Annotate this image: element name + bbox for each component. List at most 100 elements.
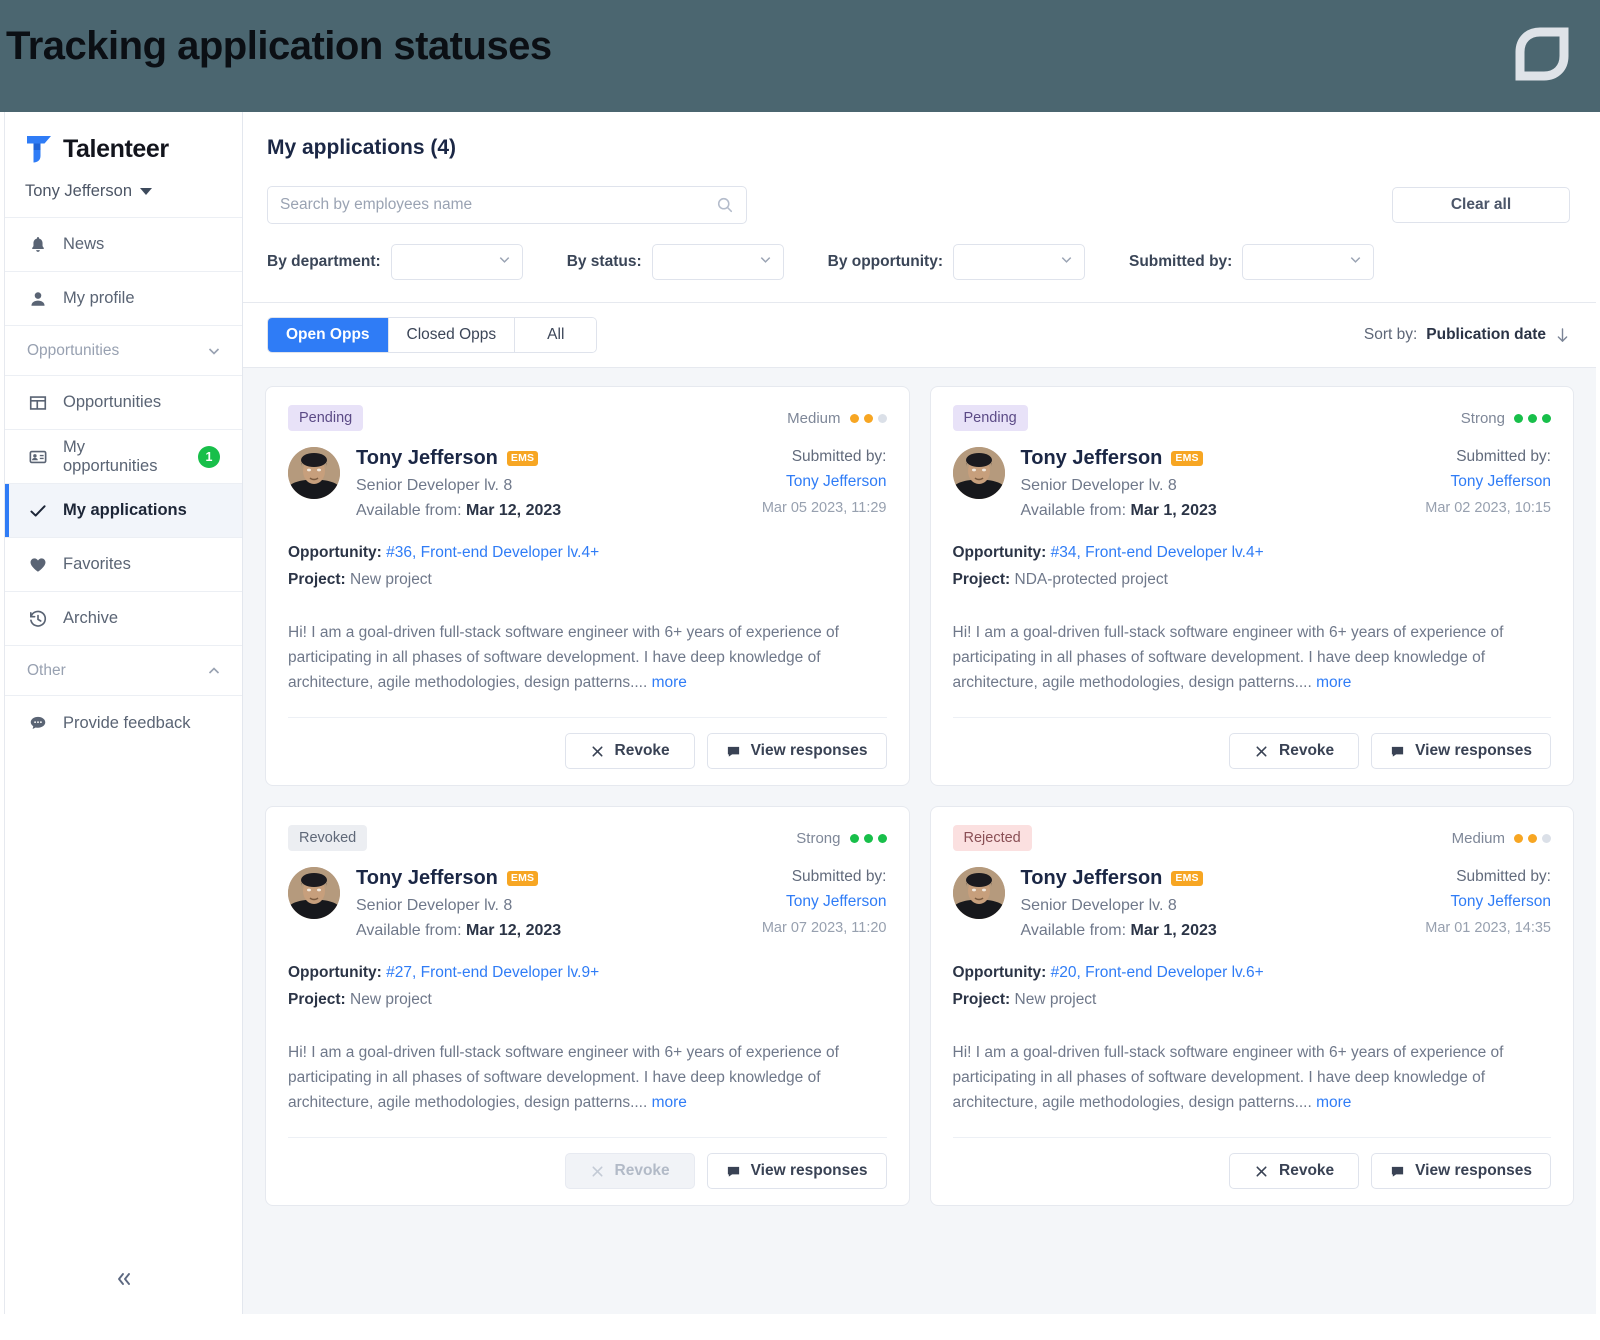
ems-badge: EMS	[1171, 451, 1203, 466]
comment-icon	[1390, 744, 1405, 759]
sidebar-item-news[interactable]: News	[5, 218, 242, 272]
department-select[interactable]	[390, 244, 523, 280]
sidebar-group-other[interactable]: Other	[5, 646, 242, 696]
sidebar-item-favorites[interactable]: Favorites	[5, 538, 242, 592]
tab-closed-opps[interactable]: Closed Opps	[388, 318, 516, 352]
avatar	[952, 867, 1005, 919]
person-name: Tony Jefferson	[356, 447, 498, 469]
more-link[interactable]: more	[1316, 1094, 1351, 1111]
person-availability: Available from: Mar 1, 2023	[1021, 502, 1426, 520]
person-name: Tony Jefferson	[1020, 447, 1163, 469]
user-icon	[27, 288, 49, 310]
opportunity-label: Opportunity:	[288, 544, 382, 561]
chevron-down-icon	[758, 252, 773, 272]
page-title: My applications (4)	[267, 136, 457, 159]
strength-dot	[1528, 833, 1537, 843]
submitted-label: Submitted by:	[791, 868, 887, 885]
project-label: Project:	[288, 571, 346, 588]
applications-list: Pending Medium Tony Jefferson EMS Senior…	[243, 368, 1596, 1314]
submitted-by-select[interactable]	[1242, 244, 1375, 280]
heart-icon	[27, 554, 49, 576]
application-card[interactable]: Rejected Medium Tony Jefferson EMS Senio…	[929, 806, 1574, 1206]
sidebar-item-my-applications[interactable]: My applications	[5, 484, 242, 538]
person-row: Tony Jefferson EMS Senior Developer lv. …	[952, 867, 1551, 940]
strength-dot	[877, 833, 887, 843]
more-link[interactable]: more	[1316, 674, 1351, 691]
status-badge: Revoked	[288, 825, 368, 851]
chevrons-left-icon	[113, 1271, 135, 1292]
strength-label: Strong	[1460, 409, 1505, 427]
view-responses-button[interactable]: View responses	[1371, 733, 1551, 769]
submitted-label: Submitted by:	[791, 448, 887, 465]
sidebar-item-label: Opportunities	[63, 393, 162, 411]
sidebar-group-opportunities[interactable]: Opportunities	[5, 326, 242, 376]
strength-dot	[849, 833, 859, 843]
excerpt-text: Hi! I am a goal-driven full-stack softwa…	[288, 624, 839, 691]
clear-all-button[interactable]: Clear all	[1392, 187, 1570, 223]
view-responses-button[interactable]: View responses	[706, 733, 887, 769]
submitted-by-link[interactable]: Tony Jefferson	[1425, 893, 1551, 911]
opportunity-line: Opportunity: #36, Front-end Developer lv…	[288, 544, 887, 562]
search-row: Clear all	[267, 186, 1570, 224]
strength-dot	[863, 833, 873, 843]
card-meta: Opportunity: #36, Front-end Developer lv…	[288, 544, 887, 598]
opportunity-link[interactable]: #34, Front-end Developer lv.4+	[1051, 544, 1264, 561]
close-x-icon	[590, 1164, 605, 1179]
tab-all[interactable]: All	[515, 318, 597, 352]
application-card[interactable]: Pending Strong Tony Jefferson EMS Senior…	[929, 386, 1574, 786]
cover-letter-excerpt: Hi! I am a goal-driven full-stack softwa…	[953, 620, 1552, 695]
status-select[interactable]	[651, 244, 784, 280]
sidebar-item-provide-feedback[interactable]: Provide feedback	[5, 696, 242, 750]
user-switcher[interactable]: Tony Jefferson	[25, 182, 222, 201]
search-input[interactable]	[280, 196, 716, 214]
person-main: Tony Jefferson EMS Senior Developer lv. …	[356, 447, 762, 520]
revoke-label: Revoke	[614, 742, 670, 759]
sort-control[interactable]: Sort by: Publication date	[1364, 326, 1570, 344]
person-role: Senior Developer lv. 8	[356, 477, 513, 494]
cover-letter-excerpt: Hi! I am a goal-driven full-stack softwa…	[288, 1040, 887, 1115]
opportunity-link[interactable]: #36, Front-end Developer lv.4+	[386, 544, 599, 561]
strength-dot	[1528, 413, 1537, 423]
chevron-down-icon	[206, 343, 222, 359]
person-row: Tony Jefferson EMS Senior Developer lv. …	[288, 867, 887, 940]
opportunity-select[interactable]	[953, 244, 1085, 280]
filter-label: Submitted by:	[1129, 253, 1233, 270]
avatar	[952, 447, 1005, 499]
opportunity-link[interactable]: #27, Front-end Developer lv.9+	[386, 964, 599, 981]
sidebar-item-archive[interactable]: Archive	[5, 592, 242, 646]
submitted-by-link[interactable]: Tony Jefferson	[762, 893, 887, 911]
sidebar-item-opportunities[interactable]: Opportunities	[5, 376, 242, 430]
view-responses-button[interactable]: View responses	[1371, 1153, 1551, 1189]
sidebar-item-my-profile[interactable]: My profile	[5, 272, 242, 326]
opportunity-link[interactable]: #20, Front-end Developer lv.6+	[1051, 964, 1264, 981]
submitted-by-link[interactable]: Tony Jefferson	[762, 473, 887, 491]
submitted-by-link[interactable]: Tony Jefferson	[1425, 473, 1551, 491]
revoke-button[interactable]: Revoke	[564, 733, 695, 769]
sort-value: Publication date	[1426, 326, 1546, 343]
card-header: Pending Medium	[288, 405, 887, 431]
application-card[interactable]: Revoked Strong Tony Jefferson EMS Senior…	[265, 806, 910, 1206]
submitted-date: Mar 07 2023, 11:20	[761, 920, 887, 936]
more-link[interactable]: more	[652, 674, 687, 691]
opportunity-label: Opportunity:	[952, 544, 1047, 561]
avatar	[288, 867, 340, 919]
revoke-button[interactable]: Revoke	[1229, 1153, 1360, 1189]
chat-bubble-icon	[27, 712, 49, 734]
sidebar-item-my-opportunities[interactable]: My opportunities 1	[5, 430, 242, 484]
search-box[interactable]	[267, 186, 747, 224]
revoke-button[interactable]: Revoke	[1229, 733, 1360, 769]
sidebar-collapse-button[interactable]	[5, 1271, 242, 1292]
card-header: Revoked Strong	[288, 825, 887, 851]
banner-title: Tracking application statuses	[6, 24, 552, 68]
view-responses-button[interactable]: View responses	[706, 1153, 887, 1189]
brand-row[interactable]: Talenteer	[25, 134, 222, 164]
tab-open-opps[interactable]: Open Opps	[268, 318, 389, 352]
opportunity-line: Opportunity: #27, Front-end Developer lv…	[288, 964, 887, 982]
filter-submitted-by: Submitted by:	[1129, 244, 1375, 280]
status-badge: Pending	[288, 405, 364, 431]
application-card[interactable]: Pending Medium Tony Jefferson EMS Senior…	[265, 386, 910, 786]
chevron-up-icon	[206, 663, 222, 679]
person-main: Tony Jefferson EMS Senior Developer lv. …	[356, 867, 762, 940]
more-link[interactable]: more	[652, 1094, 687, 1111]
caret-down-icon	[140, 188, 153, 195]
